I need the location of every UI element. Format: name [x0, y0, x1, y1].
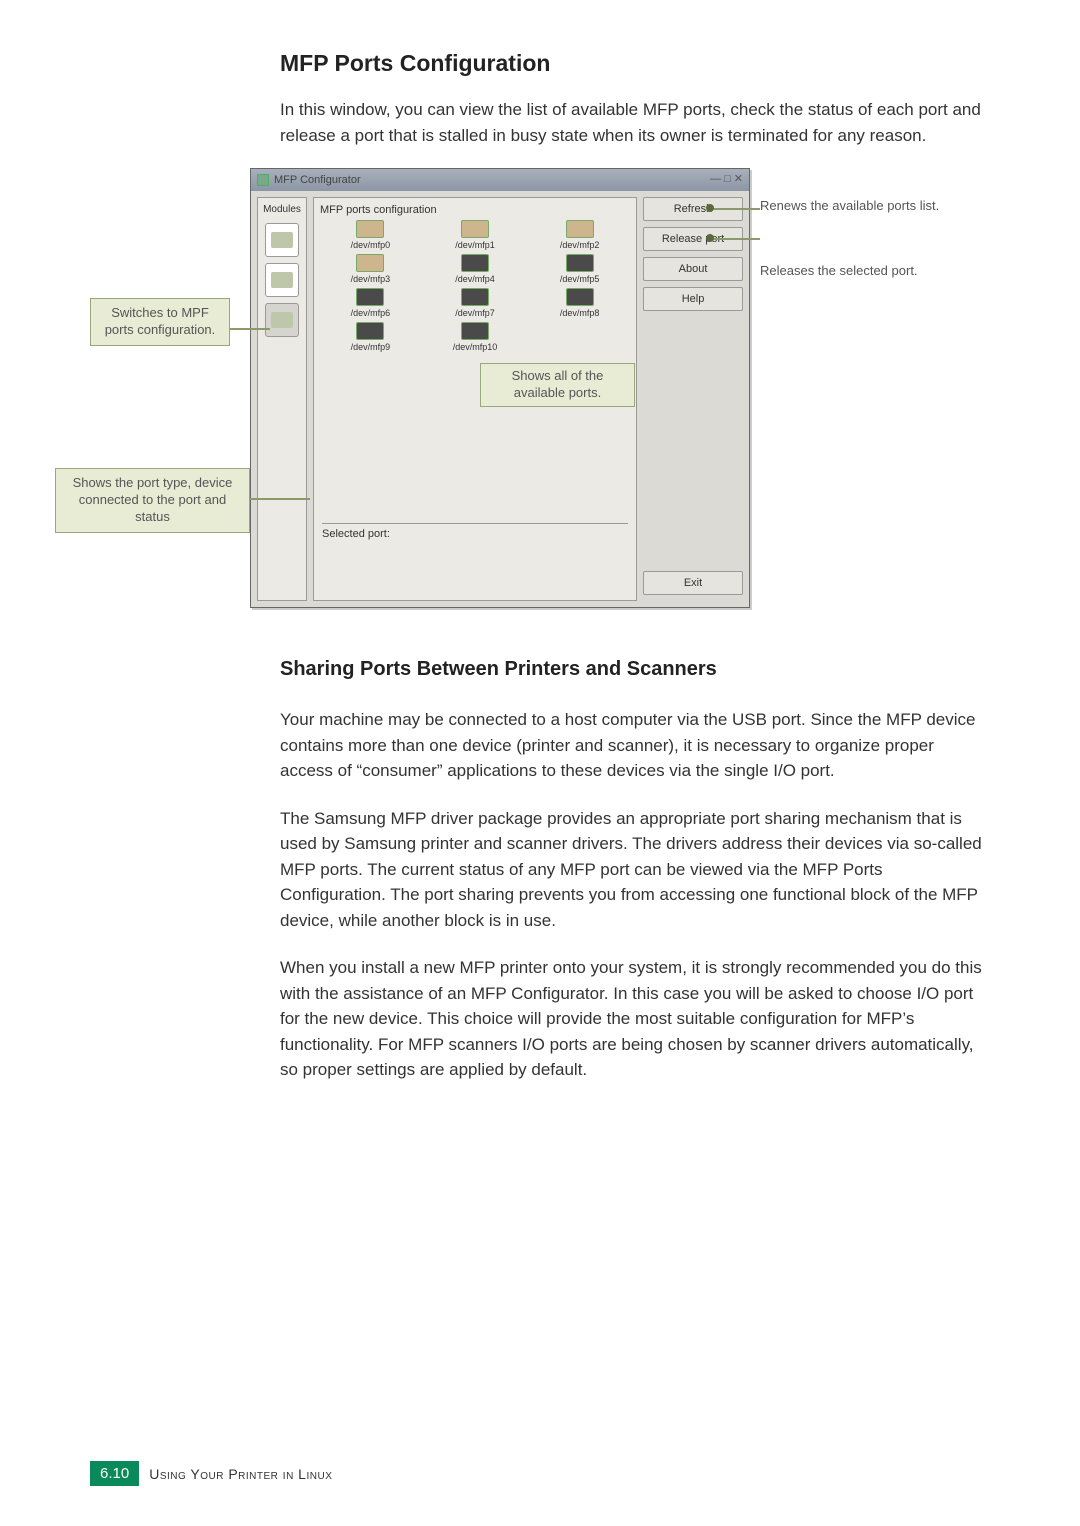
port-label: /dev/mfp7	[455, 308, 495, 318]
module-printers-button[interactable]	[265, 223, 299, 257]
port-item[interactable]: /dev/mfp5	[529, 254, 630, 284]
help-button[interactable]: Help	[643, 287, 743, 311]
port-label: /dev/mfp6	[351, 308, 391, 318]
port-item[interactable]: /dev/mfp3	[320, 254, 421, 284]
port-icon	[356, 254, 384, 272]
module-scanners-button[interactable]	[265, 263, 299, 297]
intro-paragraph: In this window, you can view the list of…	[280, 97, 990, 148]
callout-line	[710, 238, 760, 240]
callout-dot	[706, 234, 714, 242]
port-label: /dev/mfp0	[351, 240, 391, 250]
modules-label: Modules	[263, 204, 301, 215]
port-item[interactable]: /dev/mfp2	[529, 220, 630, 250]
ports-fieldset-label: MFP ports configuration	[320, 204, 630, 216]
callout-shows-all: Shows all of the available ports.	[480, 363, 635, 407]
callout-line	[710, 208, 760, 210]
callout-dot	[706, 204, 714, 212]
port-item[interactable]: /dev/mfp8	[529, 288, 630, 318]
window-controls[interactable]: — □ ✕	[710, 172, 743, 185]
callout-line	[250, 498, 310, 500]
port-label: /dev/mfp1	[455, 240, 495, 250]
screenshot-region: MFP Configurator — □ ✕ Modules MFP ports…	[90, 168, 990, 628]
port-icon	[461, 288, 489, 306]
port-label: /dev/mfp10	[453, 342, 498, 352]
port-item[interactable]: /dev/mfp1	[425, 220, 526, 250]
body-paragraph-2: The Samsung MFP driver package provides …	[280, 806, 990, 934]
page-number: 6.10	[90, 1461, 139, 1486]
callout-line	[230, 328, 270, 330]
chapter-name: Using Your Printer in Linux	[149, 1466, 332, 1482]
modules-sidebar: Modules	[257, 197, 307, 601]
body-paragraph-3: When you install a new MFP printer onto …	[280, 955, 990, 1083]
window-title: MFP Configurator	[274, 174, 361, 186]
right-button-column: Refresh Release port About Help Exit	[643, 197, 743, 601]
callout-port-type: Shows the port type, device connected to…	[55, 468, 250, 533]
body-paragraph-1: Your machine may be connected to a host …	[280, 707, 990, 784]
window-icon	[257, 174, 269, 186]
port-icon	[566, 288, 594, 306]
module-ports-button[interactable]	[265, 303, 299, 337]
ports-icon	[271, 312, 293, 328]
exit-button[interactable]: Exit	[643, 571, 743, 595]
port-icon	[356, 220, 384, 238]
selected-port-label: Selected port:	[322, 523, 628, 540]
port-label: /dev/mfp2	[560, 240, 600, 250]
ports-grid: /dev/mfp0 /dev/mfp1 /dev/mfp2 /dev/mfp3 …	[320, 220, 630, 352]
printer-icon	[271, 232, 293, 248]
callout-switches: Switches to MPF ports configuration.	[90, 298, 230, 346]
port-item[interactable]: /dev/mfp4	[425, 254, 526, 284]
port-item[interactable]: /dev/mfp7	[425, 288, 526, 318]
port-label: /dev/mfp4	[455, 274, 495, 284]
scanner-icon	[271, 272, 293, 288]
port-item[interactable]: /dev/mfp6	[320, 288, 421, 318]
port-item[interactable]: /dev/mfp9	[320, 322, 421, 352]
port-icon	[356, 322, 384, 340]
page-footer: 6.10 Using Your Printer in Linux	[90, 1461, 332, 1486]
about-button[interactable]: About	[643, 257, 743, 281]
port-icon	[461, 322, 489, 340]
port-icon	[461, 220, 489, 238]
port-item[interactable]: /dev/mfp10	[425, 322, 526, 352]
page-title: MFP Ports Configuration	[280, 50, 990, 77]
callout-renews: Renews the available ports list.	[760, 198, 970, 215]
port-item[interactable]: /dev/mfp0	[320, 220, 421, 250]
port-icon	[356, 288, 384, 306]
port-label: /dev/mfp9	[351, 342, 391, 352]
callout-releases: Releases the selected port.	[760, 263, 980, 280]
port-label: /dev/mfp5	[560, 274, 600, 284]
port-label: /dev/mfp8	[560, 308, 600, 318]
window-titlebar: MFP Configurator — □ ✕	[251, 169, 749, 191]
subheading: Sharing Ports Between Printers and Scann…	[280, 658, 990, 681]
port-icon	[566, 220, 594, 238]
port-label: /dev/mfp3	[351, 274, 391, 284]
port-icon	[461, 254, 489, 272]
port-icon	[566, 254, 594, 272]
